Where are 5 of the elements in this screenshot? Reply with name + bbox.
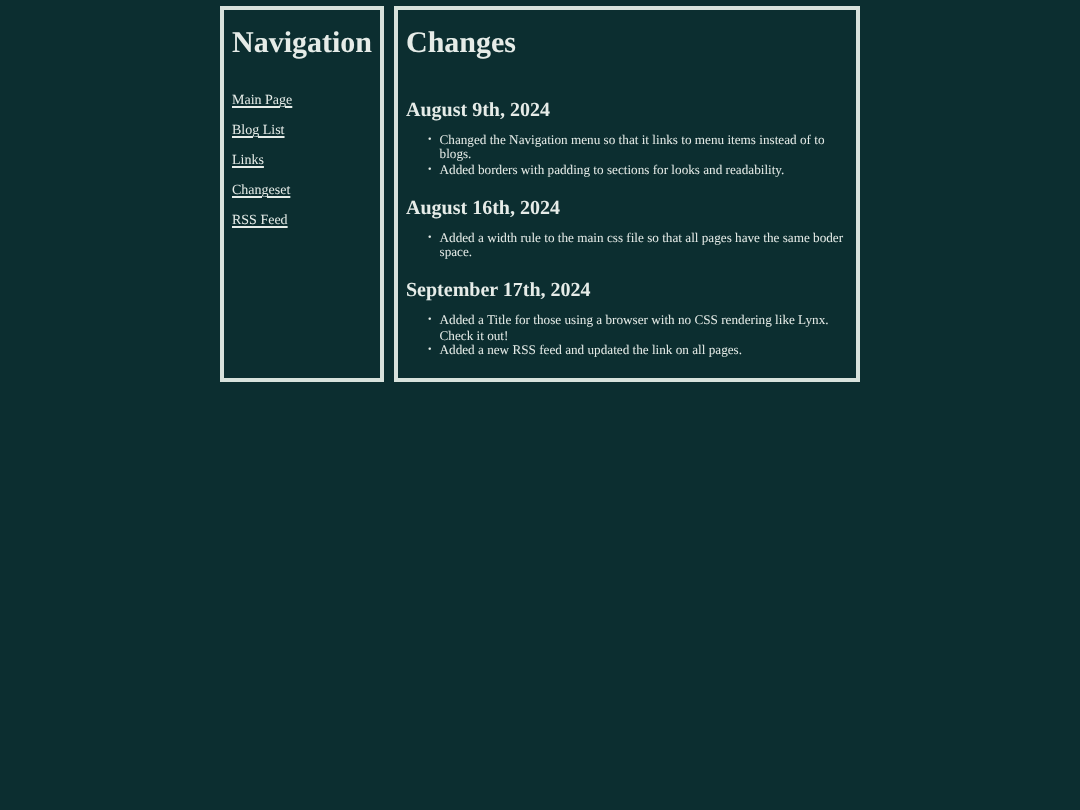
date-heading: August 9th, 2024 [406, 100, 550, 122]
navigation-title: Navigation [232, 28, 373, 62]
page-title: Changes [406, 28, 517, 62]
date-heading: September 17th, 2024 [406, 280, 591, 303]
date-heading: August 16th, 2024 [406, 197, 560, 220]
